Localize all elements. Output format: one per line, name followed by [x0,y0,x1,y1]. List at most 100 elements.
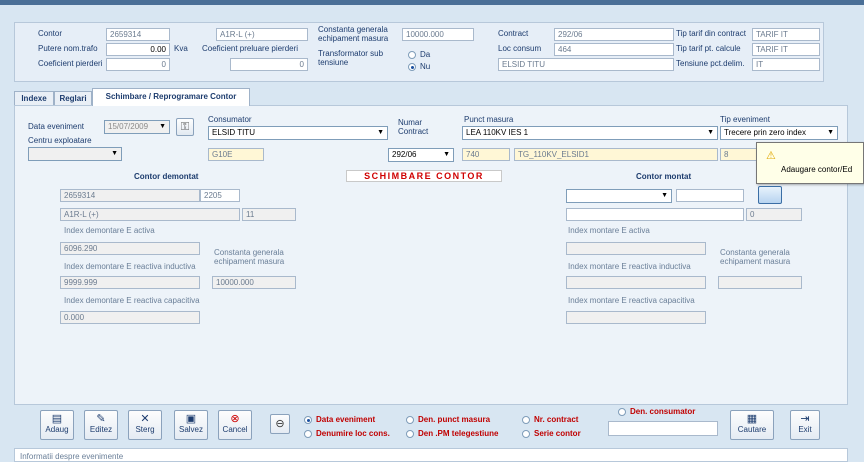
tip-tarif-contract-field[interactable]: TARIF IT [752,28,820,41]
tip-tarif-calcule-label: Tip tarif pt. calcule [676,44,741,53]
warning-icon: ⚠ [766,150,776,162]
minus-button[interactable]: ⊖ [270,414,290,434]
editez-label: Editez [89,425,113,434]
exit-label: Exit [798,425,812,434]
consumator-select[interactable]: ELSID TITU ▼ [208,126,388,140]
montat-title: Contor montat [636,172,692,181]
punct-name-field[interactable]: TG_110KV_ELSID1 [514,148,718,161]
search-nr-contract-radio[interactable] [522,416,530,424]
putere-field[interactable]: 0.00 [106,43,170,56]
nu-label: Nu [420,62,431,71]
demontat-activa-label: Index demontare E activa [64,226,155,235]
search-data-eveniment-label: Data eveniment [316,415,376,424]
tab-reglari-label: Reglari [59,94,87,103]
montat-inductiva-label: Index montare E reactiva inductiva [568,262,691,271]
demontat-constanta-field[interactable]: 10000.000 [212,276,296,289]
demontat-capacitiva-label: Index demontare E reactiva capacitiva [64,296,200,305]
demontat-nr-field[interactable]: 11 [242,208,296,221]
numar-contract-select[interactable]: 292/06 ▼ [388,148,454,162]
contor-field[interactable]: 2659314 [106,28,170,41]
cautare-button[interactable]: ▦ Cautare [730,410,774,440]
exit-button[interactable]: ⇥ Exit [790,410,820,440]
centru-label: Centru exploatare [28,136,92,145]
editez-button[interactable]: ✎ Editez [84,410,118,440]
punct-code-field[interactable]: 740 [462,148,510,161]
adaug-button[interactable]: ▤ Adaug [40,410,74,440]
section-title: SCHIMBARE CONTOR [346,170,502,182]
chevron-down-icon: ▼ [111,150,118,157]
tooltip-text: Adaugare contor/Ed [781,165,853,174]
demontat-serie-field[interactable]: 2659314 [60,189,200,202]
tip-eveniment-value: Trecere prin zero index [724,128,806,137]
coef-pierderi-label: Coeficient pierderi [38,59,103,68]
coef-prel-field[interactable]: 0 [230,58,308,71]
consumator-code-field[interactable]: G10E [208,148,264,161]
loc-consum-field[interactable]: 464 [554,43,674,56]
numar-contract-value: 292/06 [392,150,417,159]
tab-indexe[interactable]: Indexe [14,91,54,105]
demontat-cod-field[interactable]: 2205 [200,189,240,202]
search-serie-contor-radio[interactable] [522,430,530,438]
salvez-button[interactable]: ▣ Salvez [174,410,208,440]
data-eveniment-value: 15/07/2009 [108,122,149,131]
demontat-tip-field[interactable]: A1R-L (+) [60,208,240,221]
tip-tarif-calcule-field[interactable]: TARIF IT [752,43,820,56]
chevron-down-icon: ▼ [661,192,668,199]
cancel-button[interactable]: ⊗ Cancel [218,410,252,440]
demontat-capacitiva-field[interactable]: 0.000 [60,311,200,324]
demontat-activa-field[interactable]: 6096.290 [60,242,200,255]
tensiune-field[interactable]: IT [752,58,820,71]
sterg-label: Sterg [135,425,155,434]
sterg-button[interactable]: ✕ Sterg [128,410,162,440]
tab-indexe-label: Indexe [21,94,47,103]
key-icon[interactable]: ⚿ [176,118,194,136]
montat-capacitiva-label: Index montare E reactiva capacitiva [568,296,695,305]
centru-select[interactable]: ▼ [28,147,122,161]
contract-field[interactable]: 292/06 [554,28,674,41]
tensiune-label: Tensiune pct.delim. [676,59,745,68]
montat-activa-field[interactable] [566,242,706,255]
chevron-down-icon: ▼ [827,129,834,136]
da-radio[interactable] [408,51,416,59]
montat-cod-field[interactable] [676,189,744,202]
search-denumire-loc-label: Denumire loc cons. [316,429,390,438]
constanta-field[interactable]: 10000.000 [402,28,474,41]
montat-nr-field[interactable]: 0 [746,208,802,221]
tip-eveniment-select[interactable]: Trecere prin zero index ▼ [720,126,838,140]
chevron-down-icon: ▼ [707,129,714,136]
montat-constanta-label-2: echipament masura [720,257,791,266]
contor-type-field[interactable]: A1R-L (+) [216,28,308,41]
search-den-pm-label: Den .PM telegestiune [418,429,499,438]
search-input[interactable] [608,421,718,436]
search-den-pm-radio[interactable] [406,430,414,438]
add-icon: ▤ [51,413,63,425]
search-data-eveniment-radio[interactable] [304,416,312,424]
consumator-value: ELSID TITU [212,128,255,137]
tip-code-field[interactable]: 8 [720,148,760,161]
info-panel [14,448,848,462]
montat-capacitiva-field[interactable] [566,311,706,324]
constanta-label-2: echipament masura [318,34,389,43]
demontat-title: Contor demontat [134,172,199,181]
montat-inductiva-field[interactable] [566,276,706,289]
montat-tip-field[interactable] [566,208,744,221]
punct-masura-select[interactable]: LEA 110KV IES 1 ▼ [462,126,718,140]
data-eveniment-picker[interactable]: 15/07/2009 ▼ [104,120,170,134]
demontat-inductiva-label: Index demontare E reactiva inductiva [64,262,196,271]
tab-reglari[interactable]: Reglari [54,91,92,105]
coef-pierderi-field[interactable]: 0 [106,58,170,71]
add-contor-button[interactable] [758,186,782,204]
montat-constanta-field[interactable] [718,276,802,289]
data-eveniment-label: Data eveniment [28,122,85,131]
demontat-inductiva-field[interactable]: 9999.999 [60,276,200,289]
search-denumire-loc-radio[interactable] [304,430,312,438]
tab-schimbare[interactable]: Schimbare / Reprogramare Contor [92,88,250,106]
search-den-punct-radio[interactable] [406,416,414,424]
montat-serie-select[interactable]: ▼ [566,189,672,203]
contract-label: Contract [498,29,529,38]
search-den-consumator-radio[interactable] [618,408,626,416]
cautare-label: Cautare [737,425,767,434]
nu-radio[interactable] [408,63,416,71]
loc-consum-name-field[interactable]: ELSID TITU [498,58,674,71]
montat-activa-label: Index montare E activa [568,226,650,235]
